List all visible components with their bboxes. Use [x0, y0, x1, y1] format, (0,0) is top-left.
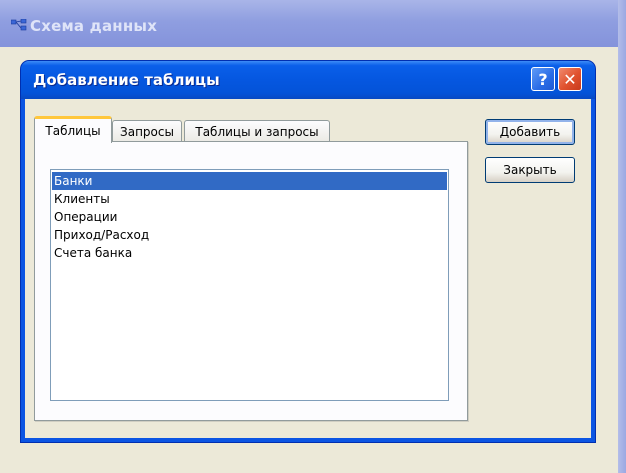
tab-label: Таблицы и запросы	[195, 124, 319, 139]
list-item[interactable]: Операции	[52, 208, 447, 226]
add-table-dialog: Добавление таблицы ? ✕ Таблицы Запросы Т…	[21, 61, 595, 442]
add-button-label: Добавить	[499, 125, 561, 139]
tab-panel: Банки Клиенты Операции Приход/Расход Сче…	[34, 141, 468, 421]
list-item[interactable]: Банки	[52, 172, 447, 190]
list-item[interactable]: Счета банка	[52, 244, 447, 262]
relationships-icon	[11, 19, 27, 31]
add-button[interactable]: Добавить	[485, 119, 575, 145]
dialog-client-area: Таблицы Запросы Таблицы и запросы Банки …	[25, 99, 591, 438]
close-window-button[interactable]: ✕	[558, 67, 582, 91]
list-item[interactable]: Клиенты	[52, 190, 447, 208]
close-icon: ✕	[563, 69, 577, 89]
close-button-label: Закрыть	[503, 163, 557, 177]
help-icon: ?	[538, 69, 548, 89]
dialog-title-bar[interactable]: Добавление таблицы ? ✕	[21, 61, 595, 99]
help-button[interactable]: ?	[531, 67, 555, 91]
tab-label: Таблицы	[45, 124, 101, 138]
parent-title-bar[interactable]: Схема данных	[0, 0, 626, 47]
tab-queries[interactable]: Запросы	[112, 120, 182, 142]
parent-window-frame	[618, 0, 626, 473]
tables-listbox[interactable]: Банки Клиенты Операции Приход/Расход Сче…	[50, 169, 449, 401]
list-item[interactable]: Приход/Расход	[52, 226, 447, 244]
close-button[interactable]: Закрыть	[485, 157, 575, 183]
tab-tables-and-queries[interactable]: Таблицы и запросы	[184, 120, 330, 142]
dialog-title: Добавление таблицы	[33, 71, 220, 89]
tab-tables[interactable]: Таблицы	[34, 116, 112, 143]
tab-label: Запросы	[120, 124, 174, 139]
parent-window-title: Схема данных	[30, 17, 158, 35]
